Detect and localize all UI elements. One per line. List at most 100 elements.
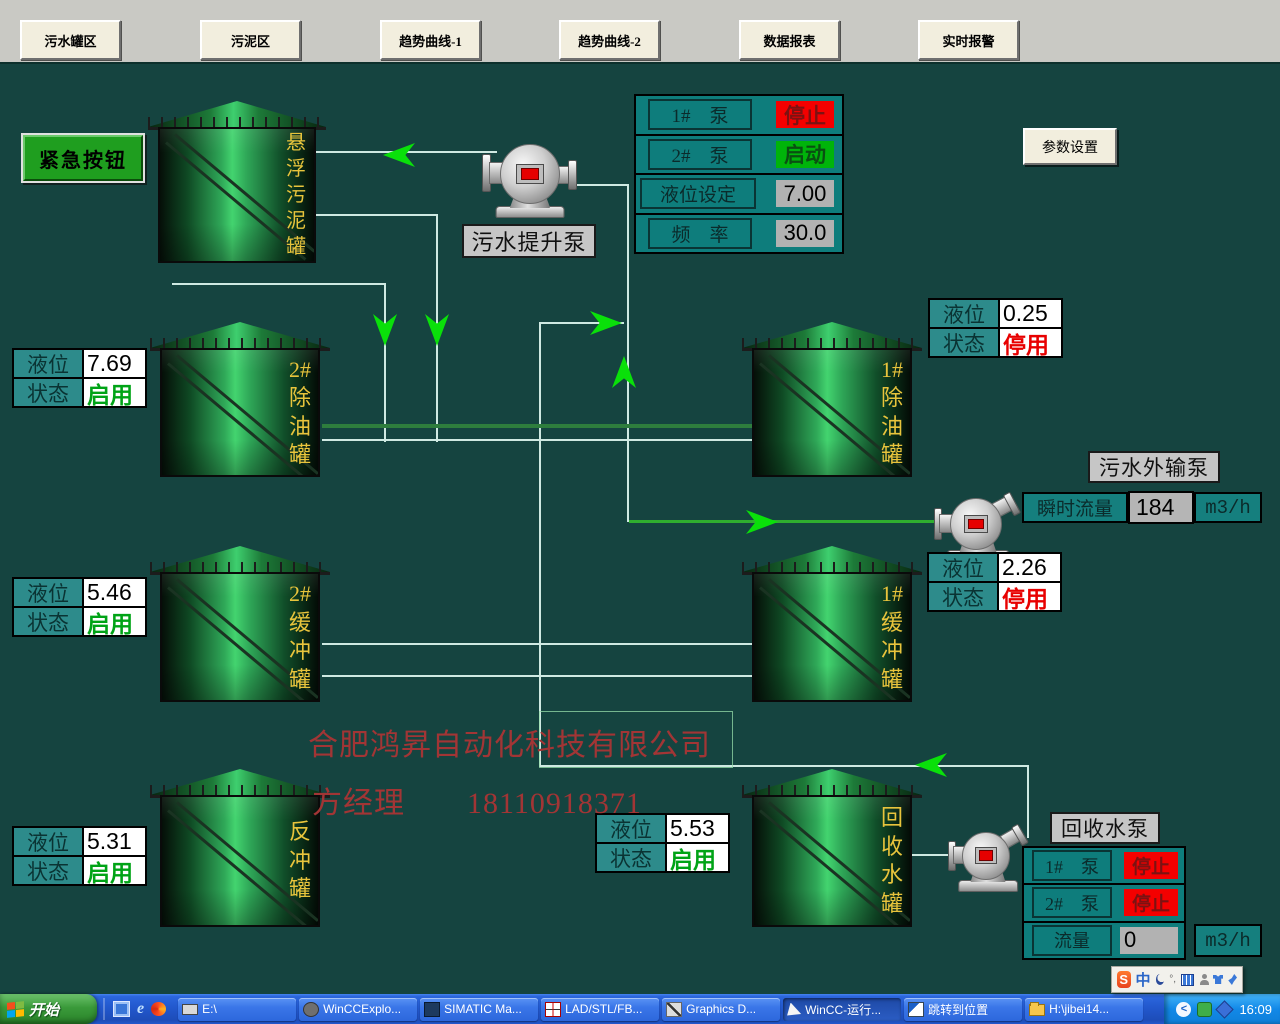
quick-launch-separator	[103, 998, 105, 1020]
recycle-pump1-label: 1# 泵	[1032, 850, 1112, 881]
status-value: 启用	[84, 379, 145, 406]
level-value: 5.31	[84, 828, 145, 855]
taskbar-task-wincc-runtime[interactable]: WinCC-运行...	[783, 998, 901, 1021]
tank-body: 回 收 水 罐	[752, 795, 912, 927]
level-value: 0.25	[1000, 300, 1061, 327]
recycle-flow-label: 流量	[1032, 925, 1112, 956]
pipe	[912, 854, 952, 856]
tank-label: 2# 缓 冲 罐	[285, 580, 315, 694]
tank-deoiler-1: 1# 除 油 罐	[752, 320, 912, 477]
pump-status-indicator	[975, 847, 997, 864]
recycle-pump2-label: 2# 泵	[1032, 887, 1112, 918]
panel-row: 液位设定 7.00	[636, 175, 842, 215]
lift-pump[interactable]	[486, 140, 574, 218]
pipe	[322, 643, 752, 645]
folder-icon	[1029, 1004, 1045, 1016]
quick-launch: e	[113, 1001, 166, 1017]
pump2-status-button[interactable]: 启动	[776, 141, 834, 168]
panel-row: 2# 泵 启动	[636, 136, 842, 176]
internet-explorer-icon[interactable]: e	[137, 1002, 144, 1016]
panel-row: 1# 泵 停止	[1024, 848, 1184, 885]
fullwidth-mode-icon[interactable]	[1156, 974, 1165, 985]
pump-status-indicator	[964, 515, 988, 533]
status-label: 状态	[930, 329, 1000, 356]
tank-body: 反 冲 罐	[160, 795, 320, 927]
pump-flange	[568, 160, 577, 190]
tank-label: 1# 除 油 罐	[877, 355, 907, 469]
pipe-main-header	[322, 424, 752, 428]
account-icon[interactable]	[1199, 974, 1208, 985]
level-panel-buffer-2: 液位 5.46 状态 启用	[12, 577, 147, 637]
pipe-transfer-suction	[629, 520, 941, 523]
emergency-button[interactable]: 紧急按钮	[21, 133, 145, 183]
taskbar-task-lad-stl-fbd[interactable]: LAD/STL/FB...	[541, 998, 659, 1021]
frequency-field[interactable]: 30.0	[776, 220, 834, 247]
wincc-explorer-icon	[303, 1002, 319, 1017]
status-label: 状态	[14, 857, 84, 884]
panel-row: 频 率 30.0	[636, 215, 842, 253]
instant-flow-value: 184	[1128, 491, 1194, 524]
tank-body: 2# 缓 冲 罐	[160, 572, 320, 702]
instant-flow-unit: m3/h	[1194, 492, 1262, 523]
level-value: 5.53	[667, 815, 728, 842]
top-toolbar: 污水罐区 污泥区 趋势曲线-1 趋势曲线-2 数据报表 实时报警	[0, 0, 1280, 64]
level-label: 液位	[929, 554, 999, 581]
drive-icon	[182, 1004, 198, 1015]
tank-body: 1# 缓 冲 罐	[752, 572, 912, 702]
sogou-ime-icon[interactable]: S	[1117, 971, 1131, 988]
taskbar-task-drive-e[interactable]: E:\	[178, 998, 296, 1021]
nav-button-trend-curve-2[interactable]: 趋势曲线-2	[559, 20, 660, 60]
recycle-pump2-status-button[interactable]: 停止	[1124, 889, 1178, 916]
tank-backwash: 反 冲 罐	[160, 767, 320, 927]
pipe	[627, 184, 629, 522]
taskbar-task-simatic-manager[interactable]: SIMATIC Ma...	[420, 998, 538, 1021]
nav-button-trend-curve-1[interactable]: 趋势曲线-1	[380, 20, 481, 60]
tank-recycle-water: 回 收 水 罐	[752, 767, 912, 927]
parameter-settings-button[interactable]: 参数设置	[1023, 128, 1117, 165]
level-value: 7.69	[84, 350, 145, 377]
media-app-icon[interactable]	[151, 1002, 166, 1016]
level-label: 液位	[930, 300, 1000, 327]
ladder-editor-icon	[545, 1002, 561, 1017]
language-mode-indicator[interactable]: 中	[1136, 969, 1151, 990]
pump2-label: 2# 泵	[648, 139, 752, 170]
nav-button-sludge-area[interactable]: 污泥区	[200, 20, 301, 60]
level-panel-deoiler-1: 液位 0.25 状态 停用	[928, 298, 1063, 358]
instant-flow-label: 瞬时流量	[1022, 492, 1128, 523]
windows-taskbar: 开始 e E:\ WinCCExplo... SIMATIC Ma... LAD…	[0, 994, 1280, 1024]
status-label: 状态	[597, 844, 667, 871]
soft-keyboard-icon[interactable]	[1181, 974, 1194, 986]
recycle-pump-nameplate: 回收水泵	[1050, 812, 1160, 844]
tank-buffer-2: 2# 缓 冲 罐	[160, 544, 320, 702]
nav-button-sewage-tank-area[interactable]: 污水罐区	[20, 20, 121, 60]
level-setpoint-field[interactable]: 7.00	[776, 180, 834, 207]
nav-button-data-report[interactable]: 数据报表	[739, 20, 840, 60]
show-desktop-icon[interactable]	[113, 1001, 130, 1017]
tray-status-icon[interactable]	[1197, 1002, 1212, 1017]
level-panel-buffer-1: 液位 2.26 状态 停用	[927, 552, 1062, 612]
tank-label: 回 收 水 罐	[877, 804, 907, 918]
hide-icons-chevron[interactable]: <	[1176, 1002, 1191, 1017]
scada-screen: 污水罐区 污泥区 趋势曲线-1 趋势曲线-2 数据报表 实时报警 紧急按钮 参数…	[0, 0, 1280, 1024]
punctuation-mode-icon[interactable]: °,	[1169, 974, 1176, 985]
tank-body: 2# 除 油 罐	[160, 348, 320, 477]
level-setpoint-label: 液位设定	[640, 178, 756, 209]
taskbar-task-wincc-explorer[interactable]: WinCCExplo...	[299, 998, 417, 1021]
status-value: 停用	[1000, 329, 1061, 356]
pump1-status-button[interactable]: 停止	[776, 101, 834, 128]
recycle-pump[interactable]	[950, 826, 1026, 892]
recycle-pump1-status-button[interactable]: 停止	[1124, 852, 1178, 879]
taskbar-task-graphics-designer[interactable]: Graphics D...	[662, 998, 780, 1021]
ime-settings-icon[interactable]	[1228, 974, 1237, 985]
pipe	[316, 214, 438, 216]
skin-icon[interactable]	[1213, 975, 1223, 984]
taskbar-task-folder-h[interactable]: H:\jibei14...	[1025, 998, 1143, 1021]
emergency-button-label: 紧急按钮	[23, 135, 143, 181]
nav-button-realtime-alarm[interactable]: 实时报警	[918, 20, 1019, 60]
taskbar-task-jump-to-location[interactable]: 跳转到位置	[904, 998, 1022, 1021]
simatic-icon	[424, 1002, 440, 1017]
tray-network-icon[interactable]	[1216, 1000, 1234, 1018]
start-button[interactable]: 开始	[0, 994, 97, 1024]
transfer-pump-nameplate: 污水外输泵	[1088, 451, 1220, 483]
wincc-runtime-icon	[787, 1003, 801, 1016]
